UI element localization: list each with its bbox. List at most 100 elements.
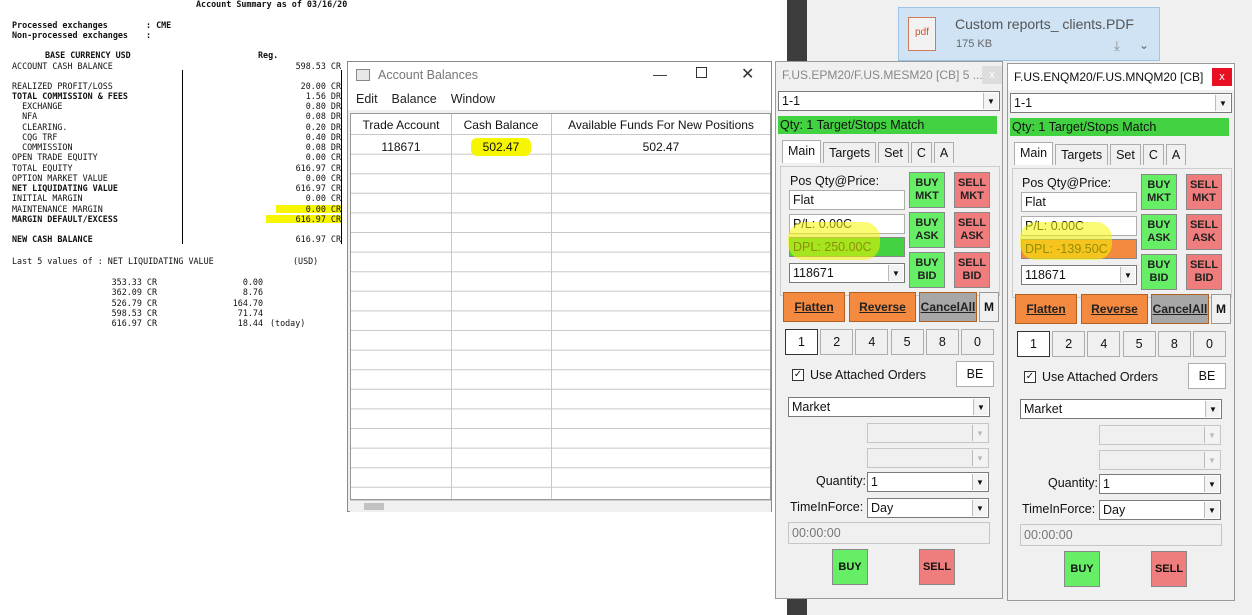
horizontal-scrollbar[interactable]: [350, 500, 771, 512]
buy-ask-button[interactable]: BUY ASK: [909, 212, 945, 248]
qty-button-0[interactable]: 0: [961, 329, 994, 355]
be-button[interactable]: BE: [956, 361, 994, 387]
flatten-button[interactable]: Flatten: [1015, 294, 1077, 324]
account-combo[interactable]: 1-1 ▼: [1010, 93, 1232, 113]
buy-mkt-button[interactable]: BUY MKT: [1141, 174, 1177, 210]
sell-button[interactable]: SELL: [1151, 551, 1187, 587]
close-icon[interactable]: ✕: [741, 64, 754, 84]
qty-button-2[interactable]: 2: [1052, 331, 1086, 357]
tab-a[interactable]: A: [1165, 144, 1187, 165]
cancel-all-button[interactable]: CancelAll: [1151, 294, 1209, 324]
sell-bid-button[interactable]: SELL BID: [1186, 254, 1222, 290]
trade-window-es: F.US.EPM20/F.US.MESM20 [CB] 5 ... x 1-1 ▼ Qt…: [775, 61, 1003, 599]
tab-set[interactable]: Set: [1110, 144, 1141, 165]
qty-button-8[interactable]: 8: [1157, 331, 1191, 357]
tif-select[interactable]: Day ▼: [867, 498, 989, 518]
tab-c[interactable]: C: [910, 142, 932, 163]
use-attached-checkbox[interactable]: ✓: [792, 369, 804, 381]
column-header-cash-balance[interactable]: Cash Balance: [451, 118, 551, 132]
report-divider: [341, 70, 342, 244]
cancel-all-button[interactable]: CancelAll: [919, 292, 977, 322]
nonprocessed-label: Non-processed exchanges: [12, 30, 128, 40]
account-combo[interactable]: 1-1 ▼: [778, 91, 1000, 111]
m-button[interactable]: M: [979, 292, 999, 322]
buy-button[interactable]: BUY: [832, 549, 868, 585]
flatten-button[interactable]: Flatten: [783, 292, 845, 322]
buy-bid-button[interactable]: BUY BID: [909, 252, 945, 288]
tab-targets[interactable]: Targets: [1055, 144, 1109, 165]
order-type-select[interactable]: Market ▼: [788, 397, 990, 417]
quantity-select[interactable]: 1 ▼: [1099, 474, 1221, 494]
cell-trade-account: 118671: [381, 140, 421, 154]
report-line-label: NET LIQUIDATING VALUE: [12, 183, 118, 193]
qty-button-1[interactable]: 1: [1017, 331, 1050, 357]
tab-main[interactable]: Main: [1014, 142, 1054, 165]
column-header-available-funds[interactable]: Available Funds For New Positions: [551, 118, 770, 132]
menu-balance[interactable]: Balance: [392, 92, 437, 106]
quantity-select[interactable]: 1 ▼: [867, 472, 989, 492]
pl-field: P/L: 0.00C: [1021, 216, 1137, 236]
buy-bid-button[interactable]: BUY BID: [1141, 254, 1177, 290]
qty-button-5[interactable]: 5: [890, 329, 924, 355]
qty-button-8[interactable]: 8: [925, 329, 959, 355]
app-icon: [356, 69, 370, 81]
reverse-button[interactable]: Reverse: [1081, 294, 1148, 324]
tab-main[interactable]: Main: [782, 140, 822, 163]
download-arrow-icon[interactable]: ⤓: [1114, 38, 1120, 54]
scrollbar-thumb[interactable]: [364, 503, 384, 510]
last5-label: Last 5 values of : NET LIQUIDATING VALUE: [12, 256, 214, 266]
maximize-icon[interactable]: [696, 67, 707, 78]
account-select[interactable]: 118671 ▼: [789, 263, 905, 283]
report-line-value: 0.00 CR: [305, 152, 341, 162]
qty-button-4[interactable]: 4: [855, 329, 889, 355]
sell-ask-button[interactable]: SELL ASK: [1186, 214, 1222, 250]
menu-window[interactable]: Window: [451, 92, 495, 106]
tab-a[interactable]: A: [933, 142, 955, 163]
title-bar[interactable]: Account Balances — ✕: [348, 62, 771, 88]
qty-button-1[interactable]: 1: [785, 329, 818, 355]
last5-value: 353.33 CR: [111, 277, 157, 287]
sell-ask-button[interactable]: SELL ASK: [954, 212, 990, 248]
title-bar[interactable]: F.US.ENQM20/F.US.MNQM20 [CB]: [1008, 64, 1234, 90]
tab-set[interactable]: Set: [878, 142, 909, 163]
qty-button-0[interactable]: 0: [1193, 331, 1226, 357]
qty-button-5[interactable]: 5: [1122, 331, 1156, 357]
qty-button-2[interactable]: 2: [820, 329, 854, 355]
close-icon[interactable]: x: [982, 66, 1002, 84]
sell-button[interactable]: SELL: [919, 549, 955, 585]
download-item[interactable]: pdf Custom reports_ clients.PDF 175 KB ⤓…: [898, 7, 1160, 61]
sell-mkt-button[interactable]: SELL MKT: [1186, 174, 1222, 210]
be-button[interactable]: BE: [1188, 363, 1226, 389]
last5-change: 18.44: [237, 318, 263, 329]
m-button[interactable]: M: [1211, 294, 1231, 324]
reverse-button[interactable]: Reverse: [849, 292, 916, 322]
title-bar[interactable]: F.US.EPM20/F.US.MESM20 [CB] 5 ...: [776, 62, 1002, 88]
column-header-trade-account[interactable]: Trade Account: [351, 118, 451, 132]
chevron-down-icon[interactable]: ⌄: [1139, 38, 1149, 52]
chevron-down-icon: ▼: [972, 450, 987, 466]
balances-grid[interactable]: Trade Account Cash Balance Available Fun…: [350, 113, 771, 500]
sell-bid-button[interactable]: SELL BID: [954, 252, 990, 288]
sell-mkt-button[interactable]: SELL MKT: [954, 172, 990, 208]
tif-select[interactable]: Day ▼: [1099, 500, 1221, 520]
chevron-down-icon: ▼: [1204, 427, 1219, 443]
report-line-label: INITIAL MARGIN: [12, 193, 83, 203]
report-line-label: TOTAL EQUITY: [12, 163, 73, 173]
buy-mkt-button[interactable]: BUY MKT: [909, 172, 945, 208]
account-select-value: 118671: [793, 266, 834, 280]
tab-targets[interactable]: Targets: [823, 142, 877, 163]
use-attached-checkbox[interactable]: ✓: [1024, 371, 1036, 383]
qty-button-4[interactable]: 4: [1087, 331, 1121, 357]
chevron-down-icon: ▼: [972, 500, 987, 516]
close-icon[interactable]: x: [1212, 68, 1232, 86]
menu-edit[interactable]: Edit: [356, 92, 378, 106]
account-select[interactable]: 118671 ▼: [1021, 265, 1137, 285]
minimize-icon[interactable]: —: [653, 66, 667, 82]
order-type-select[interactable]: Market ▼: [1020, 399, 1222, 419]
buy-ask-button[interactable]: BUY ASK: [1141, 214, 1177, 250]
quantity-label: Quantity:: [1048, 476, 1099, 490]
tab-c[interactable]: C: [1142, 144, 1164, 165]
cell-cash-balance: 502.47: [451, 138, 551, 156]
report-line-value: 616.97 CR: [295, 234, 341, 244]
buy-button[interactable]: BUY: [1064, 551, 1100, 587]
